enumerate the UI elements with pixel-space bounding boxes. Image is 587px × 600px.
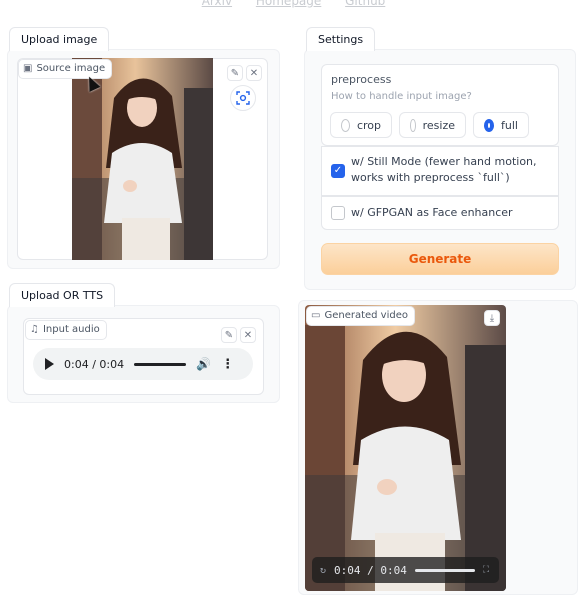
option-crop-label: crop: [356, 118, 381, 132]
close-icon[interactable]: ✕: [246, 65, 262, 81]
resize-radio-icon[interactable]: [410, 118, 416, 132]
generate-button[interactable]: Generate: [321, 243, 559, 275]
preprocess-info: How to handle input image?: [331, 91, 472, 102]
audio-player[interactable]: 0:04 / 0:04 🔊 ⋮: [33, 348, 253, 380]
input-audio-chip: ♫ Input audio: [25, 320, 107, 340]
nav-link-github[interactable]: Github: [345, 0, 385, 8]
play-icon[interactable]: [45, 358, 54, 370]
option-resize-label: resize: [422, 118, 455, 132]
top-nav: Arxiv Homepage Github: [0, 0, 587, 8]
option-full[interactable]: full: [473, 112, 529, 138]
audio-close-icon[interactable]: ✕: [240, 327, 256, 343]
video-icon: ▭: [311, 310, 321, 321]
generated-video-label: Generated video: [324, 310, 408, 321]
tab-upload-or-tts[interactable]: Upload OR TTS: [9, 283, 116, 307]
focus-icon[interactable]: [230, 85, 256, 111]
gfpgan-checkbox[interactable]: [331, 206, 345, 220]
nav-link-arxiv[interactable]: Arxiv: [202, 0, 232, 8]
audio-edit-icon[interactable]: ✎: [221, 327, 237, 343]
more-options-icon[interactable]: ⋮: [221, 357, 234, 372]
preprocess-label: preprocess: [331, 73, 392, 86]
still-mode-label: w/ Still Mode (fewer hand motion, works …: [351, 155, 537, 184]
full-radio-icon[interactable]: [484, 118, 495, 132]
source-image-chip: ▣ Source image: [18, 59, 113, 79]
still-mode-checkbox[interactable]: ✓: [331, 164, 345, 178]
audio-time: 0:04 / 0:04: [64, 357, 125, 371]
audio-progress-bar[interactable]: [134, 362, 187, 366]
nav-link-homepage[interactable]: Homepage: [256, 0, 321, 8]
video-progress-bar[interactable]: [414, 568, 475, 572]
tab-upload-image[interactable]: Upload image: [9, 27, 110, 51]
volume-icon[interactable]: 🔊: [196, 357, 211, 371]
video-time: 0:04 / 0:04: [334, 563, 407, 577]
video-controls[interactable]: ↻ 0:04 / 0:04 ⛶: [312, 557, 499, 583]
option-full-label: full: [501, 118, 518, 132]
option-resize[interactable]: resize: [399, 112, 466, 138]
music-icon: ♫: [30, 324, 39, 335]
gfpgan-label: w/ GFPGAN as Face enhancer: [351, 206, 513, 219]
crop-radio-icon[interactable]: [341, 118, 350, 132]
tab-settings[interactable]: Settings: [306, 27, 376, 51]
fullscreen-icon[interactable]: ⛶: [483, 565, 489, 575]
image-icon: ▣: [23, 63, 33, 74]
option-crop[interactable]: crop: [330, 112, 392, 138]
input-audio-label: Input audio: [42, 324, 100, 335]
download-icon[interactable]: ⤓: [484, 310, 500, 326]
pencil-icon[interactable]: ✎: [227, 65, 243, 81]
generated-video-chip: ▭ Generated video: [306, 306, 415, 326]
generated-video[interactable]: [305, 305, 506, 591]
replay-icon[interactable]: ↻: [320, 565, 326, 576]
